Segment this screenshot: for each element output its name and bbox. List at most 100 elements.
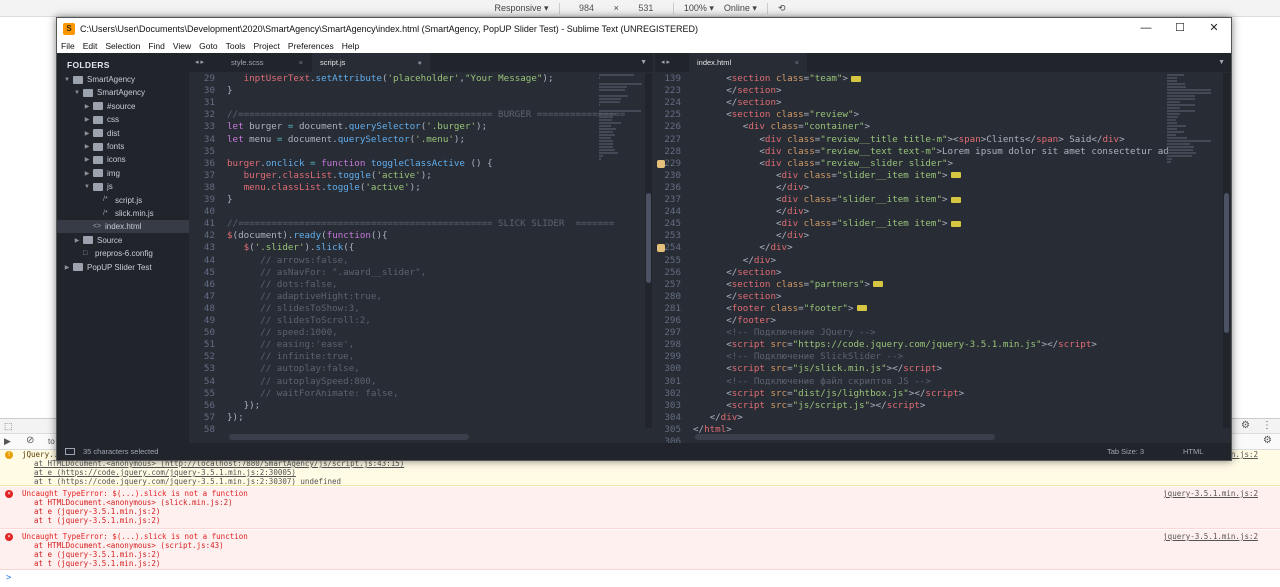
stack-frame[interactable]: at HTMLDocument.<anonymous> (script.js:4… [34,541,224,550]
sidebar-toggle-icon[interactable]: ▶ [4,436,11,447]
sidebar-item[interactable]: ▶ fonts [57,140,189,153]
expanded-arrow-icon[interactable]: ▼ [63,77,71,83]
fold-marker-icon[interactable] [950,196,961,203]
collapsed-arrow-icon[interactable]: ▶ [83,116,91,123]
tab-close-icon[interactable]: × [299,53,303,72]
minimap[interactable] [1167,73,1211,233]
sidebar-item[interactable]: <> index.html [57,220,189,234]
menu-tools[interactable]: Tools [226,41,246,51]
vertical-scrollbar[interactable] [1223,73,1230,428]
collapsed-arrow-icon[interactable]: ▶ [83,103,91,110]
tab-nav-arrows[interactable]: ◂ ▸ [195,53,204,72]
fold-marker-icon[interactable] [950,172,961,179]
code-text: //======================================… [227,218,614,230]
collapsed-arrow-icon[interactable]: ▶ [83,130,91,137]
code-token: '.menu' [415,133,454,145]
stack-frame[interactable]: at e (jquery-3.5.1.min.js:2) [34,550,160,559]
rotate-icon[interactable]: ⟲ [778,3,786,14]
tab-size-selector[interactable]: Tab Size: 3 [1107,443,1144,460]
maximize-button[interactable]: ☐ [1163,18,1197,39]
menu-file[interactable]: File [61,41,75,51]
tab-index-html[interactable]: index.html × [689,53,807,72]
collapsed-arrow-icon[interactable]: ▶ [63,264,71,271]
code-line: 296 </footer> [655,315,1231,327]
sidebar-item[interactable]: ▶ img [57,167,189,180]
scroll-thumb[interactable] [1224,193,1229,333]
device-select[interactable]: Responsive ▾ [495,3,549,14]
menu-edit[interactable]: Edit [83,41,98,51]
source-link[interactable]: jquery-3.5.1.min.js:2 [1163,489,1258,498]
minimap[interactable] [599,73,643,233]
tab-dirty-icon[interactable]: ● [417,53,422,72]
vertical-scrollbar[interactable] [645,73,652,428]
menu-preferences[interactable]: Preferences [288,41,334,51]
sidebar-item[interactable]: ▼ SmartAgency [57,86,189,99]
sidebar-item[interactable]: /* script.js [57,194,189,207]
tab-script-js[interactable]: script.js ● [312,53,430,72]
source-link[interactable]: jquery-3.5.1.min.js:2 [1163,532,1258,541]
menu-view[interactable]: View [173,41,191,51]
fold-marker-icon[interactable] [950,220,961,227]
inspect-icon[interactable]: ⬚ [4,421,13,432]
stack-link[interactable]: at e (https://code.jquery.com/jquery-3.5… [34,468,296,477]
code-token: <!-- Подключение файл скриптов JS --> [693,375,931,387]
sidebar-item[interactable]: ▶ dist [57,127,189,140]
code-text: // autoplay:false, [227,363,360,375]
menu-selection[interactable]: Selection [105,41,140,51]
menu-help[interactable]: Help [342,41,359,51]
sidebar-item[interactable]: ▼ js [57,180,189,193]
tab-menu-icon[interactable]: ▼ [1218,53,1225,72]
panel-toggle-icon[interactable] [65,448,75,455]
clear-icon[interactable]: ⊘ [26,435,34,446]
zoom-select[interactable]: 100% ▾ [684,3,714,14]
minimize-button[interactable]: — [1129,18,1163,39]
throttle-select[interactable]: Online ▾ [724,3,757,14]
collapsed-arrow-icon[interactable]: ▶ [83,156,91,163]
stack-frame[interactable]: at t (jquery-3.5.1.min.js:2) [34,516,160,525]
settings-icon[interactable]: ⚙ [1241,420,1250,431]
collapsed-arrow-icon[interactable]: ▶ [73,237,81,244]
sidebar-item-label: img [107,168,120,178]
minimap-line [599,134,615,136]
sidebar-item[interactable]: ▶ #source [57,100,189,113]
code-token: src [770,363,788,375]
syntax-selector[interactable]: HTML [1183,443,1203,460]
collapsed-arrow-icon[interactable]: ▶ [83,143,91,150]
width-input[interactable]: 984 [570,3,604,13]
tab-menu-icon[interactable]: ▼ [640,53,647,72]
height-input[interactable]: 531 [629,3,663,13]
sidebar-item[interactable]: ▶ PopUP Slider Test [57,261,189,274]
console-prompt[interactable]: > [6,573,11,583]
collapsed-arrow-icon[interactable]: ▶ [83,170,91,177]
more-icon[interactable]: ⋮ [1262,420,1272,431]
stack-frame[interactable]: at e (jquery-3.5.1.min.js:2) [34,507,160,516]
horizontal-scrollbar[interactable] [695,434,995,440]
sidebar-item[interactable]: ▶ icons [57,153,189,166]
tab-nav-arrows[interactable]: ◂ ▸ [661,53,670,72]
menu-goto[interactable]: Goto [199,41,217,51]
fold-marker-icon[interactable] [856,305,867,312]
scroll-thumb[interactable] [646,193,651,283]
tab-close-icon[interactable]: × [795,53,799,72]
sidebar-item[interactable]: /* slick.min.js [57,207,189,220]
sidebar-item[interactable]: ▼ SmartAgency [57,73,189,86]
console-settings-icon[interactable]: ⚙ [1263,435,1272,446]
tab-style-scss[interactable]: style.scss × [223,53,311,72]
code-token: burger [227,157,261,169]
code-token: 'placeholder' [387,73,460,84]
menu-find[interactable]: Find [148,41,165,51]
menu-project[interactable]: Project [253,41,279,51]
close-button[interactable]: ✕ [1197,18,1231,39]
horizontal-scrollbar[interactable] [229,434,469,440]
fold-marker-icon[interactable] [850,75,861,82]
stack-frame[interactable]: at t (jquery-3.5.1.min.js:2) [34,559,160,568]
code-text: </section> [693,267,781,279]
sidebar-item[interactable]: ▶ css [57,113,189,126]
expanded-arrow-icon[interactable]: ▼ [73,90,81,96]
context-select[interactable]: to [48,437,55,446]
sidebar-item[interactable]: □ prepros-6.config [57,247,189,260]
expanded-arrow-icon[interactable]: ▼ [83,184,91,190]
sidebar-item[interactable]: ▶ Source [57,234,189,247]
fold-marker-icon[interactable] [873,281,884,288]
stack-frame[interactable]: at HTMLDocument.<anonymous> (slick.min.j… [34,498,233,507]
